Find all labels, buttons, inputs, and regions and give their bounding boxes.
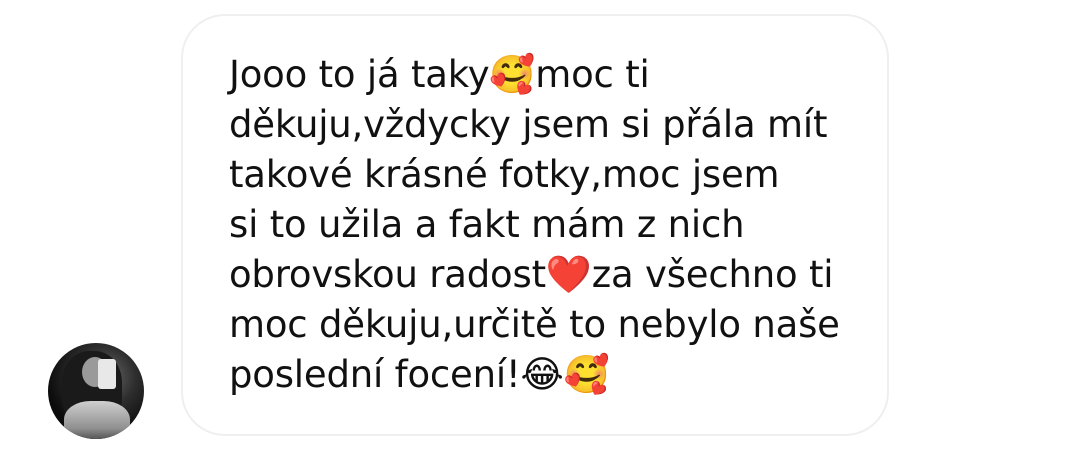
message-line: obrovskou radost❤️za všechno ti (229, 253, 834, 296)
message-line: takové krásné fotky,moc jsem (229, 153, 780, 196)
message-line: Jooo to já taky🥰moc ti (229, 53, 650, 96)
message-line: si to užila a fakt mám z nich (229, 203, 745, 246)
message-bubble[interactable]: Jooo to já taky🥰moc ti děkuju,vždycky js… (181, 14, 889, 436)
avatar-body-shape (64, 401, 130, 439)
message-line: moc děkuju,určitě to nebylo naše (229, 303, 840, 346)
message-text: Jooo to já taky🥰moc ti děkuju,vždycky js… (229, 50, 869, 400)
avatar[interactable] (48, 343, 144, 439)
message-line: děkuju,vždycky jsem si přála mít (229, 103, 828, 146)
message-line: poslední focení!😂🥰 (229, 353, 610, 396)
avatar-phone-shape (98, 359, 116, 389)
